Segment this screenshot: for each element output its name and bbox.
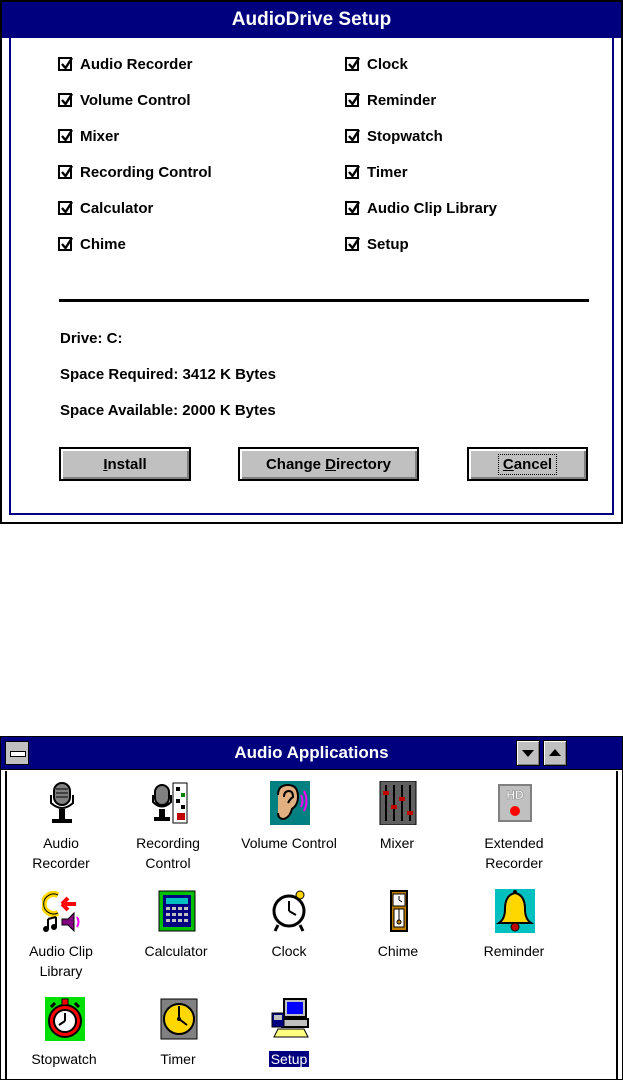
checkbox-check-icon [345,93,361,107]
checkbox-volume-control[interactable]: Volume Control [58,90,191,110]
minimize-arrow-icon [522,750,534,757]
cancel-button[interactable]: Cancel [467,447,588,481]
checkbox-audio-recorder[interactable]: Audio Recorder [58,54,193,74]
checkbox-label: Volume Control [80,91,191,109]
checkbox-label: Mixer [80,127,120,145]
audio-clip-icon [42,891,80,933]
alarm-clock-icon [272,890,306,932]
checkbox-audio-clip-library[interactable]: Audio Clip Library [345,198,497,218]
checkbox-check-icon [345,237,361,251]
ear-speaker-icon [270,781,310,825]
checkbox-label: Timer [367,163,408,181]
drive-label: Drive: C: [60,330,123,347]
checkbox-mixer[interactable]: Mixer [58,126,119,146]
space-available-label: Space Available: 2000 K Bytes [60,402,276,419]
svg-text:HD: HD [506,788,524,802]
checkbox-label: Calculator [80,199,154,217]
microphone-icon [50,782,74,823]
system-menu-icon [10,751,26,757]
dialog-title: AudioDrive Setup [2,2,621,38]
calculator-icon [158,890,196,932]
checkbox-label: Recording Control [80,163,212,181]
checkbox-check-icon [58,129,74,143]
mixer-sliders-icon [379,781,417,825]
install-button[interactable]: Install [59,447,191,481]
checkbox-label: Clock [367,55,408,73]
checkbox-check-icon [58,57,74,71]
setup-dialog: AudioDrive Setup Audio Recorder Volume C… [0,0,623,524]
checkbox-check-icon [345,57,361,71]
checkbox-label: Setup [367,235,409,253]
grandfather-clock-icon [390,890,408,932]
checkbox-check-icon [58,93,74,107]
checkbox-reminder[interactable]: Reminder [345,90,436,110]
recording-control-icon [152,782,188,824]
checkbox-setup[interactable]: Setup [345,234,409,254]
group-body: Audio Recorder Recording Control Volume … [5,771,618,1079]
checkbox-label: Stopwatch [367,127,443,145]
checkbox-label: Chime [80,235,126,253]
checkbox-check-icon [345,129,361,143]
audio-applications-window: Audio Applications Audio Recorder Record… [0,736,623,1080]
maximize-button[interactable] [543,740,567,766]
change-directory-button[interactable]: Change Directory [238,447,419,481]
stopwatch-icon [45,997,85,1041]
system-menu-button[interactable] [5,741,29,765]
checkbox-check-icon [345,201,361,215]
checkbox-label: Audio Recorder [80,55,193,73]
checkbox-check-icon [58,237,74,251]
checkbox-check-icon [345,165,361,179]
selected-label: Setup [268,1051,310,1067]
minimize-button[interactable] [516,740,540,766]
maximize-arrow-icon [549,749,561,756]
dialog-body: Audio Recorder Volume Control Mixer Reco… [9,38,614,515]
divider [59,299,589,302]
checkbox-label: Reminder [367,91,437,109]
computer-setup-icon [271,998,309,1038]
checkbox-label: Audio Clip Library [367,199,498,217]
space-required-label: Space Required: 3412 K Bytes [60,366,276,383]
checkbox-check-icon [58,165,74,179]
checkbox-recording-control[interactable]: Recording Control [58,162,212,182]
checkbox-chime[interactable]: Chime [58,234,126,254]
checkbox-timer[interactable]: Timer [345,162,408,182]
checkbox-calculator[interactable]: Calculator [58,198,153,218]
checkbox-clock[interactable]: Clock [345,54,408,74]
timer-icon [160,998,198,1040]
checkbox-stopwatch[interactable]: Stopwatch [345,126,443,146]
bell-icon [495,889,535,933]
hd-recorder-icon: HD [498,784,532,822]
checkbox-check-icon [58,201,74,215]
